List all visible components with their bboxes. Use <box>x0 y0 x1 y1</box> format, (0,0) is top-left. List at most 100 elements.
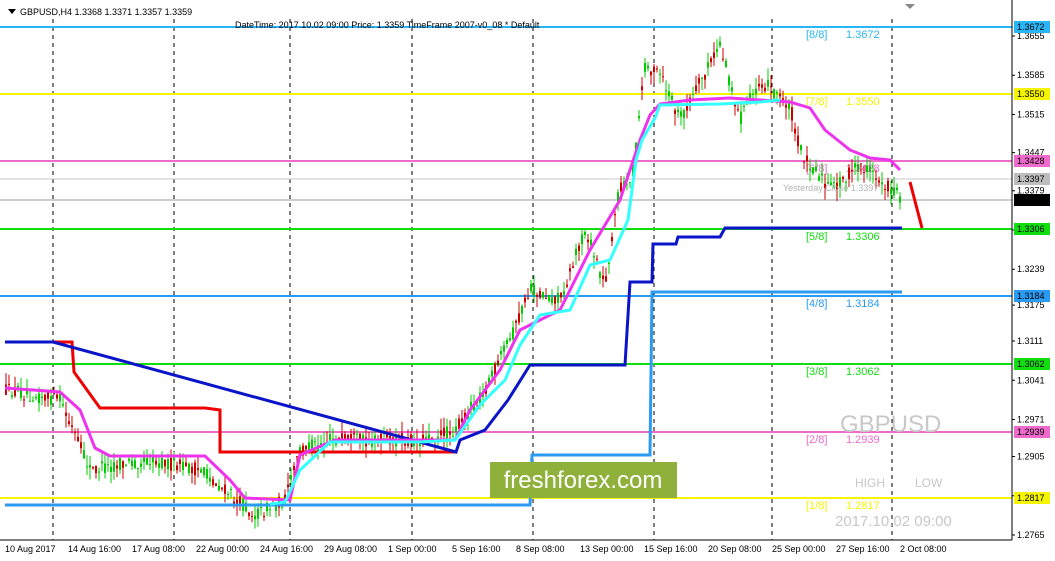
candle-body <box>707 62 709 68</box>
chart-window[interactable]: [8/8]1.3672[7/8]1.3550[6/8]1.3428[5/8]1.… <box>0 0 1055 561</box>
candle-body <box>119 458 121 470</box>
murrey-level-value: 1.3428 <box>846 163 880 175</box>
candle-body <box>182 461 184 470</box>
candle-body <box>887 180 889 192</box>
yesterday-close-label: Yesterday Close 1.3397 <box>783 183 878 193</box>
candle-body <box>11 395 13 398</box>
candle-body <box>563 291 565 295</box>
candle-body <box>437 436 439 439</box>
candle-body <box>677 109 679 113</box>
candle-body <box>254 515 256 520</box>
price-chart[interactable]: [8/8]1.3672[7/8]1.3550[6/8]1.3428[5/8]1.… <box>0 0 1055 561</box>
time-tick-label: 22 Aug 00:00 <box>196 544 249 554</box>
candle-body <box>644 63 646 72</box>
time-tick-label: 14 Aug 16:00 <box>68 544 121 554</box>
candle-body <box>686 106 688 111</box>
price-tag-label: 1.3397 <box>1017 174 1045 184</box>
candle-body <box>575 248 577 255</box>
candle-body <box>770 86 772 88</box>
candle-body <box>536 294 538 297</box>
candle-body <box>701 77 703 79</box>
datetime-watermark: 2017.10.02 09:00 <box>835 513 952 530</box>
candle-body <box>281 506 283 508</box>
candle-body <box>116 465 118 469</box>
candle-body <box>524 297 526 303</box>
candle-body <box>173 457 175 461</box>
murrey-level-value: 1.2817 <box>846 500 880 512</box>
candle-body <box>41 396 43 399</box>
candle-body <box>8 383 10 385</box>
candle-body <box>818 176 820 181</box>
candle-body <box>647 65 649 69</box>
price-tag-label: 1.3428 <box>1017 156 1045 166</box>
candle-body <box>758 83 760 87</box>
candle-body <box>641 86 643 91</box>
candle-body <box>803 161 805 163</box>
candle-body <box>695 85 697 92</box>
candle-body <box>212 479 214 486</box>
candle-body <box>44 394 46 401</box>
candle-body <box>137 467 139 469</box>
price-tick-label: 1.3041 <box>1017 375 1045 385</box>
candle-body <box>131 460 133 467</box>
candle-body <box>68 421 70 424</box>
candle-body <box>113 462 115 472</box>
candle-body <box>107 464 109 466</box>
candle-body <box>728 76 730 86</box>
candle-body <box>530 283 532 292</box>
candle-body <box>227 494 229 496</box>
candle-body <box>854 163 856 168</box>
candle-body <box>287 484 289 488</box>
murrey-level-value: 1.3550 <box>846 96 880 108</box>
price-tick-label: 1.2905 <box>1017 452 1045 462</box>
candle-body <box>449 431 451 435</box>
candle-body <box>122 461 124 468</box>
candle-body <box>170 457 172 471</box>
time-tick-label: 29 Aug 08:00 <box>324 544 377 554</box>
time-tick-label: 13 Sep 00:00 <box>580 544 634 554</box>
murrey-level-value: 1.3672 <box>846 29 880 41</box>
time-tick-label: 8 Sep 08:00 <box>516 544 565 554</box>
candle-body <box>359 433 361 439</box>
candle-body <box>56 394 58 399</box>
candle-body <box>248 512 250 517</box>
candle-body <box>29 400 31 402</box>
price-tick-label: 1.3585 <box>1017 70 1045 80</box>
candle-body <box>203 467 205 476</box>
candle-body <box>719 41 721 46</box>
candle-body <box>890 189 892 194</box>
candle-body <box>848 167 850 180</box>
time-ticks: 10 Aug 2017 14 Aug 16:00 17 Aug 08:00 22 Au… <box>5 544 947 554</box>
candle-body <box>293 465 295 471</box>
candle-body <box>899 196 901 203</box>
candle-body <box>161 457 163 468</box>
candle-body <box>584 231 586 235</box>
candle-body <box>314 441 316 443</box>
candle-body <box>734 104 736 107</box>
candle-body <box>101 461 103 464</box>
murrey-level-value: 1.3306 <box>846 231 880 243</box>
candle-body <box>92 467 94 469</box>
candle-body <box>98 471 100 473</box>
price-tag-label: 1.3672 <box>1017 22 1045 32</box>
candle-body <box>659 73 661 75</box>
candle-body <box>440 430 442 436</box>
candle-body <box>506 339 508 344</box>
candle-body <box>725 60 727 68</box>
time-tick-label: 27 Sep 16:00 <box>836 544 890 554</box>
candle-body <box>86 466 88 468</box>
candle-body <box>737 109 739 111</box>
price-tick-label: 1.3515 <box>1017 109 1045 119</box>
candle-body <box>566 284 568 287</box>
candle-body <box>560 292 562 298</box>
candle-body <box>236 499 238 504</box>
candle-body <box>230 489 232 491</box>
candle-body <box>83 450 85 459</box>
candle-body <box>158 463 160 468</box>
candle-body <box>533 284 535 296</box>
candle-body <box>662 76 664 78</box>
candle-body <box>851 169 853 172</box>
candle-body <box>209 477 211 482</box>
candle-body <box>668 91 670 97</box>
candle-body <box>743 105 745 107</box>
